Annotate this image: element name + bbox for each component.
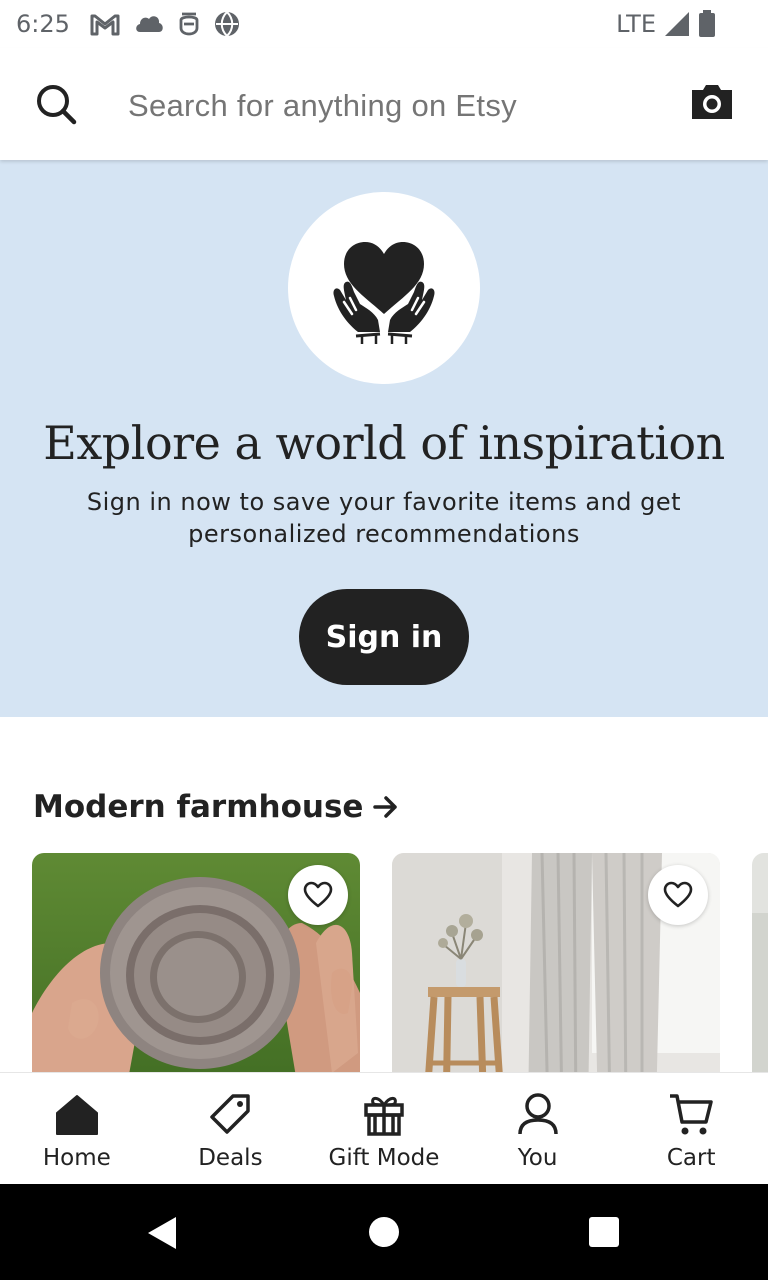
system-navigation-bar bbox=[0, 1184, 768, 1280]
nav-item-home[interactable]: Home bbox=[0, 1073, 154, 1185]
search-header bbox=[0, 48, 768, 160]
nav-label: Deals bbox=[198, 1145, 263, 1171]
signal-icon bbox=[665, 12, 689, 36]
basketball-icon bbox=[214, 11, 239, 37]
camera-icon[interactable] bbox=[690, 84, 734, 120]
gmail-icon bbox=[90, 14, 120, 36]
heart-outline-icon bbox=[663, 881, 693, 908]
tag-icon bbox=[210, 1094, 251, 1134]
favorite-button[interactable] bbox=[288, 865, 348, 925]
sign-in-button[interactable]: Sign in bbox=[299, 589, 469, 685]
home-circle-icon[interactable] bbox=[369, 1217, 399, 1247]
nav-item-deals[interactable]: Deals bbox=[154, 1073, 308, 1185]
home-icon bbox=[55, 1095, 98, 1135]
nav-label: Gift Mode bbox=[328, 1145, 440, 1171]
listing-card[interactable] bbox=[392, 853, 720, 1073]
heart-hands-icon bbox=[333, 242, 435, 344]
arrow-right-icon bbox=[373, 796, 398, 818]
listing-card[interactable] bbox=[32, 853, 360, 1073]
section-title: Modern farmhouse bbox=[33, 789, 364, 825]
hero-subtitle: Sign in now to save your favorite items … bbox=[86, 488, 682, 548]
nav-item-cart[interactable]: Cart bbox=[614, 1073, 768, 1185]
nav-label: Cart bbox=[666, 1145, 716, 1171]
nav-label: Home bbox=[42, 1145, 111, 1171]
sign-in-hero: Explore a world of inspiration Sign in n… bbox=[0, 160, 768, 717]
cart-icon bbox=[670, 1094, 713, 1135]
hero-title: Explore a world of inspiration bbox=[43, 416, 725, 470]
bottom-navigation: Home Deals Gift Mode You Cart bbox=[0, 1072, 768, 1184]
listing-image bbox=[752, 853, 768, 1073]
battery-icon bbox=[699, 10, 715, 37]
notification-icons bbox=[90, 11, 240, 37]
gift-icon bbox=[364, 1096, 404, 1136]
status-time: 6:25 bbox=[16, 10, 70, 38]
nav-item-gift-mode[interactable]: Gift Mode bbox=[307, 1073, 461, 1185]
favorite-button[interactable] bbox=[648, 865, 708, 925]
listing-carousel[interactable] bbox=[0, 853, 768, 1073]
listing-card-partial[interactable] bbox=[752, 853, 768, 1073]
recents-square-icon[interactable] bbox=[589, 1217, 619, 1247]
search-icon[interactable] bbox=[34, 82, 78, 126]
app-icon bbox=[179, 12, 199, 36]
heart-outline-icon bbox=[303, 881, 333, 908]
status-bar: 6:25 LTE bbox=[0, 0, 768, 48]
search-input[interactable] bbox=[128, 78, 648, 134]
status-right: LTE bbox=[616, 0, 716, 48]
nav-label: You bbox=[517, 1145, 558, 1171]
nav-item-you[interactable]: You bbox=[461, 1073, 615, 1185]
network-type: LTE bbox=[616, 10, 656, 38]
cloud-icon bbox=[136, 16, 163, 32]
back-icon[interactable] bbox=[146, 1216, 178, 1250]
person-icon bbox=[517, 1093, 558, 1135]
hero-icon-circle bbox=[288, 192, 480, 384]
section-header-modern-farmhouse[interactable]: Modern farmhouse bbox=[33, 789, 399, 825]
